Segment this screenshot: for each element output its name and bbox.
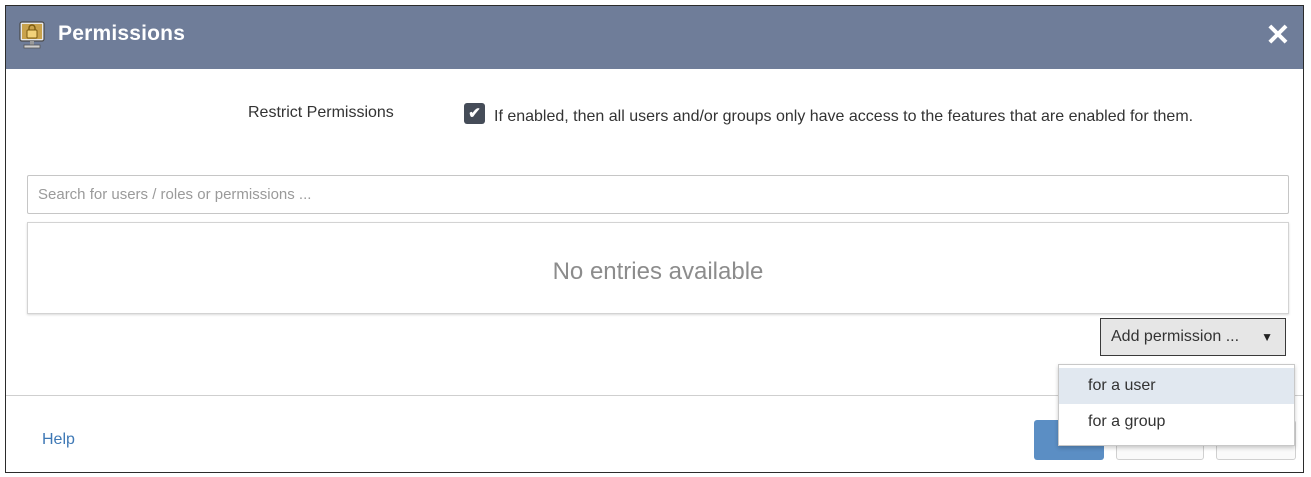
add-permission-label: Add permission ... bbox=[1111, 328, 1240, 345]
help-link[interactable]: Help bbox=[42, 431, 75, 449]
add-permission-button[interactable]: Add permission ... ▼ bbox=[1100, 318, 1286, 356]
close-icon: ✕ bbox=[1265, 19, 1291, 52]
menu-item-for-group[interactable]: for a group bbox=[1059, 404, 1294, 440]
empty-state-text: No entries available bbox=[552, 258, 764, 285]
restrict-permissions-label: Restrict Permissions bbox=[248, 104, 394, 121]
checkmark-icon: ✔ bbox=[468, 105, 481, 122]
permissions-dialog: Permissions ✕ Restrict Permissions ✔ If … bbox=[5, 5, 1304, 473]
caret-down-icon: ▼ bbox=[1261, 330, 1273, 344]
close-button[interactable]: ✕ bbox=[1263, 21, 1293, 51]
add-permission-dropdown: for a user for a group bbox=[1058, 364, 1295, 446]
restrict-permissions-checkbox[interactable]: ✔ bbox=[464, 103, 485, 124]
permissions-list: No entries available bbox=[27, 222, 1289, 314]
dialog-title: Permissions bbox=[58, 22, 186, 45]
menu-item-for-user[interactable]: for a user bbox=[1059, 368, 1294, 404]
dialog-titlebar: Permissions ✕ bbox=[6, 6, 1303, 69]
restrict-permissions-description: If enabled, then all users and/or groups… bbox=[494, 108, 1194, 125]
search-input[interactable] bbox=[27, 175, 1289, 214]
lock-monitor-icon bbox=[19, 21, 45, 49]
